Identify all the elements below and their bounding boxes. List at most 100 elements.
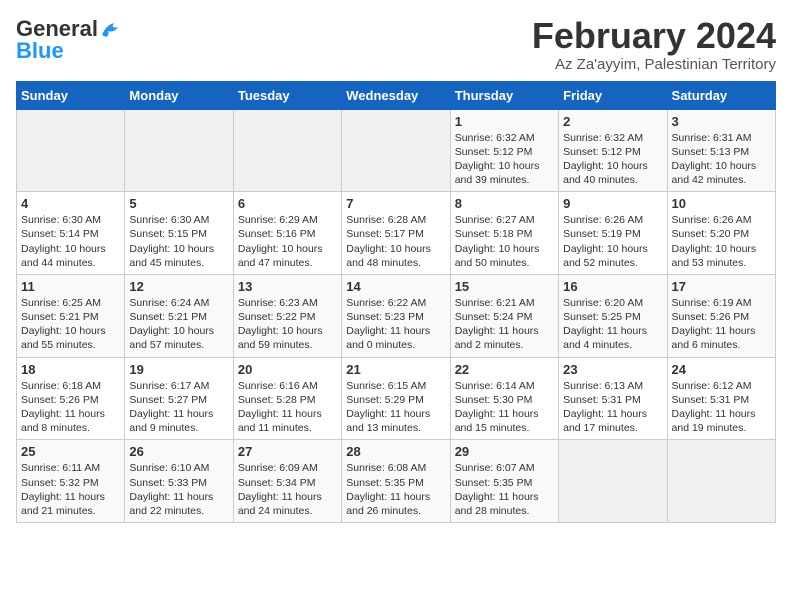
day-number: 9: [563, 196, 662, 211]
day-detail: Sunrise: 6:10 AMSunset: 5:33 PMDaylight:…: [129, 461, 228, 518]
calendar-cell: 16Sunrise: 6:20 AMSunset: 5:25 PMDayligh…: [559, 274, 667, 357]
calendar-cell: 23 Sunrise: 6:13 AMSunset: 5:31 PMDayligh…: [559, 357, 667, 440]
day-number: 26: [129, 444, 228, 459]
calendar-cell: 11 Sunrise: 6:25 AMSunset: 5:21 PMDayligh…: [17, 274, 125, 357]
logo-blue-text: Blue: [16, 38, 64, 64]
day-number: 18: [21, 362, 120, 377]
day-detail: Sunrise: 6:30 AMSunset: 5:14 PMDaylight:…: [21, 213, 120, 270]
calendar-cell: 27 Sunrise: 6:09 AMSunset: 5:34 PMDayligh…: [233, 440, 341, 523]
calendar-cell: 29Sunrise: 6:07 AMSunset: 5:35 PMDayligh…: [450, 440, 558, 523]
day-number: 8: [455, 196, 554, 211]
day-number: 11: [21, 279, 120, 294]
day-number: 16: [563, 279, 662, 294]
day-detail: Sunrise: 6:07 AMSunset: 5:35 PMDaylight:…: [455, 461, 554, 518]
calendar-cell: [233, 109, 341, 192]
day-detail: Sunrise: 6:09 AMSunset: 5:34 PMDaylight:…: [238, 461, 337, 518]
day-detail: Sunrise: 6:29 AMSunset: 5:16 PMDaylight:…: [238, 213, 337, 270]
day-number: 23: [563, 362, 662, 377]
weekday-header-tuesday: Tuesday: [233, 81, 341, 109]
calendar-table: SundayMondayTuesdayWednesdayThursdayFrid…: [16, 81, 776, 523]
calendar-cell: 8 Sunrise: 6:27 AMSunset: 5:18 PMDaylight…: [450, 192, 558, 275]
calendar-week-row: 18 Sunrise: 6:18 AMSunset: 5:26 PMDayligh…: [17, 357, 776, 440]
calendar-cell: 5 Sunrise: 6:30 AMSunset: 5:15 PMDaylight…: [125, 192, 233, 275]
day-detail: Sunrise: 6:32 AMSunset: 5:12 PMDaylight:…: [563, 131, 662, 188]
calendar-cell: [667, 440, 775, 523]
day-number: 20: [238, 362, 337, 377]
day-detail: Sunrise: 6:26 AMSunset: 5:20 PMDaylight:…: [672, 213, 771, 270]
day-number: 12: [129, 279, 228, 294]
day-number: 27: [238, 444, 337, 459]
day-detail: Sunrise: 6:19 AMSunset: 5:26 PMDaylight:…: [672, 296, 771, 353]
calendar-cell: 18 Sunrise: 6:18 AMSunset: 5:26 PMDayligh…: [17, 357, 125, 440]
calendar-cell: 3Sunrise: 6:31 AMSunset: 5:13 PMDaylight…: [667, 109, 775, 192]
weekday-header-monday: Monday: [125, 81, 233, 109]
calendar-week-row: 11 Sunrise: 6:25 AMSunset: 5:21 PMDayligh…: [17, 274, 776, 357]
calendar-cell: 21Sunrise: 6:15 AMSunset: 5:29 PMDayligh…: [342, 357, 450, 440]
day-number: 15: [455, 279, 554, 294]
calendar-cell: 10 Sunrise: 6:26 AMSunset: 5:20 PMDayligh…: [667, 192, 775, 275]
calendar-cell: 12 Sunrise: 6:24 AMSunset: 5:21 PMDayligh…: [125, 274, 233, 357]
calendar-cell: 6 Sunrise: 6:29 AMSunset: 5:16 PMDaylight…: [233, 192, 341, 275]
calendar-week-row: 4 Sunrise: 6:30 AMSunset: 5:14 PMDaylight…: [17, 192, 776, 275]
calendar-cell: 7Sunrise: 6:28 AMSunset: 5:17 PMDaylight…: [342, 192, 450, 275]
calendar-cell: [125, 109, 233, 192]
day-detail: Sunrise: 6:13 AMSunset: 5:31 PMDaylight:…: [563, 379, 662, 436]
logo-bird-icon: [100, 21, 122, 39]
day-number: 10: [672, 196, 771, 211]
day-number: 25: [21, 444, 120, 459]
calendar-cell: [342, 109, 450, 192]
day-detail: Sunrise: 6:26 AMSunset: 5:19 PMDaylight:…: [563, 213, 662, 270]
day-number: 4: [21, 196, 120, 211]
weekday-header-sunday: Sunday: [17, 81, 125, 109]
day-detail: Sunrise: 6:28 AMSunset: 5:17 PMDaylight:…: [346, 213, 445, 270]
day-number: 13: [238, 279, 337, 294]
day-detail: Sunrise: 6:30 AMSunset: 5:15 PMDaylight:…: [129, 213, 228, 270]
calendar-cell: 22 Sunrise: 6:14 AMSunset: 5:30 PMDayligh…: [450, 357, 558, 440]
calendar-body: 1 Sunrise: 6:32 AMSunset: 5:12 PMDaylight…: [17, 109, 776, 522]
day-detail: Sunrise: 6:27 AMSunset: 5:18 PMDaylight:…: [455, 213, 554, 270]
day-detail: Sunrise: 6:12 AMSunset: 5:31 PMDaylight:…: [672, 379, 771, 436]
day-detail: Sunrise: 6:32 AMSunset: 5:12 PMDaylight:…: [455, 131, 554, 188]
calendar-cell: [17, 109, 125, 192]
calendar-week-row: 1 Sunrise: 6:32 AMSunset: 5:12 PMDaylight…: [17, 109, 776, 192]
day-detail: Sunrise: 6:31 AMSunset: 5:13 PMDaylight:…: [672, 131, 771, 188]
day-number: 22: [455, 362, 554, 377]
day-number: 5: [129, 196, 228, 211]
calendar-cell: 26 Sunrise: 6:10 AMSunset: 5:33 PMDayligh…: [125, 440, 233, 523]
day-number: 17: [672, 279, 771, 294]
day-detail: Sunrise: 6:17 AMSunset: 5:27 PMDaylight:…: [129, 379, 228, 436]
day-detail: Sunrise: 6:08 AMSunset: 5:35 PMDaylight:…: [346, 461, 445, 518]
title-block: February 2024 Az Za'ayyim, Palestinian T…: [532, 16, 776, 73]
day-detail: Sunrise: 6:25 AMSunset: 5:21 PMDaylight:…: [21, 296, 120, 353]
day-detail: Sunrise: 6:22 AMSunset: 5:23 PMDaylight:…: [346, 296, 445, 353]
calendar-cell: 2 Sunrise: 6:32 AMSunset: 5:12 PMDaylight…: [559, 109, 667, 192]
day-detail: Sunrise: 6:14 AMSunset: 5:30 PMDaylight:…: [455, 379, 554, 436]
weekday-header-saturday: Saturday: [667, 81, 775, 109]
day-detail: Sunrise: 6:24 AMSunset: 5:21 PMDaylight:…: [129, 296, 228, 353]
calendar-cell: 24 Sunrise: 6:12 AMSunset: 5:31 PMDayligh…: [667, 357, 775, 440]
calendar-week-row: 25 Sunrise: 6:11 AMSunset: 5:32 PMDayligh…: [17, 440, 776, 523]
page-title: February 2024: [532, 16, 776, 56]
day-detail: Sunrise: 6:11 AMSunset: 5:32 PMDaylight:…: [21, 461, 120, 518]
weekday-header-thursday: Thursday: [450, 81, 558, 109]
calendar-header: SundayMondayTuesdayWednesdayThursdayFrid…: [17, 81, 776, 109]
day-number: 24: [672, 362, 771, 377]
calendar-cell: 25 Sunrise: 6:11 AMSunset: 5:32 PMDayligh…: [17, 440, 125, 523]
day-detail: Sunrise: 6:21 AMSunset: 5:24 PMDaylight:…: [455, 296, 554, 353]
calendar-cell: 9 Sunrise: 6:26 AMSunset: 5:19 PMDaylight…: [559, 192, 667, 275]
page-header: General Blue February 2024 Az Za'ayyim, …: [16, 16, 776, 73]
calendar-cell: 14Sunrise: 6:22 AMSunset: 5:23 PMDayligh…: [342, 274, 450, 357]
calendar-cell: 19Sunrise: 6:17 AMSunset: 5:27 PMDayligh…: [125, 357, 233, 440]
day-detail: Sunrise: 6:18 AMSunset: 5:26 PMDaylight:…: [21, 379, 120, 436]
day-number: 6: [238, 196, 337, 211]
day-number: 1: [455, 114, 554, 129]
calendar-cell: 20 Sunrise: 6:16 AMSunset: 5:28 PMDayligh…: [233, 357, 341, 440]
calendar-cell: 28 Sunrise: 6:08 AMSunset: 5:35 PMDayligh…: [342, 440, 450, 523]
calendar-cell: 15 Sunrise: 6:21 AMSunset: 5:24 PMDayligh…: [450, 274, 558, 357]
logo: General Blue: [16, 16, 122, 64]
day-number: 28: [346, 444, 445, 459]
day-detail: Sunrise: 6:16 AMSunset: 5:28 PMDaylight:…: [238, 379, 337, 436]
calendar-cell: 17 Sunrise: 6:19 AMSunset: 5:26 PMDayligh…: [667, 274, 775, 357]
weekday-header-row: SundayMondayTuesdayWednesdayThursdayFrid…: [17, 81, 776, 109]
day-number: 2: [563, 114, 662, 129]
